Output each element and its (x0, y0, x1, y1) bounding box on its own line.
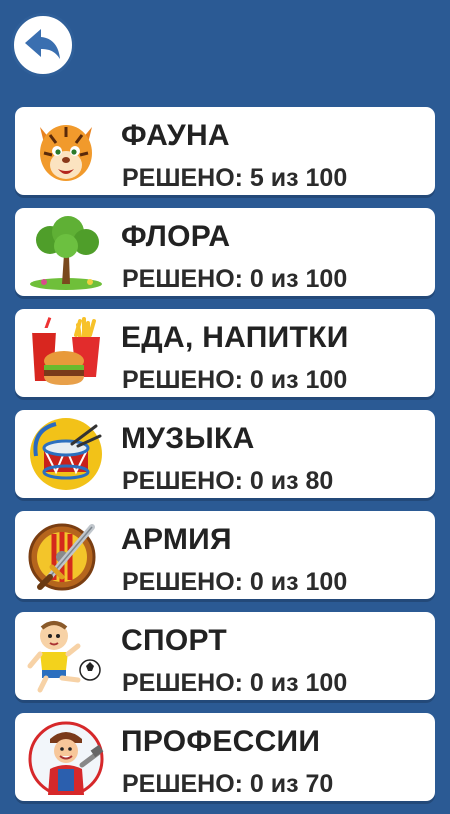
soccer-kid-icon (26, 618, 106, 694)
category-card-flora[interactable]: ФЛОРА РЕШЕНО: 0 из 100 (15, 208, 435, 296)
category-card-fauna[interactable]: ФАУНА РЕШЕНО: 5 из 100 (15, 107, 435, 195)
drum-icon (26, 416, 106, 492)
category-title: ПРОФЕССИИ (121, 725, 321, 758)
undo-arrow-icon (23, 27, 63, 63)
category-progress: РЕШЕНО: 0 из 80 (122, 467, 334, 495)
category-progress: РЕШЕНО: 0 из 100 (122, 568, 348, 596)
worker-icon (26, 719, 106, 795)
tree-icon (26, 214, 106, 290)
category-card-music[interactable]: МУЗЫКА РЕШЕНО: 0 из 80 (15, 410, 435, 498)
category-title: ЕДА, НАПИТКИ (121, 321, 349, 354)
category-title: ФАУНА (121, 119, 230, 152)
tiger-icon (26, 113, 106, 189)
category-progress: РЕШЕНО: 0 из 100 (122, 265, 348, 293)
shield-sword-icon (26, 517, 106, 593)
category-progress: РЕШЕНО: 0 из 70 (122, 770, 334, 798)
category-card-professions[interactable]: ПРОФЕССИИ РЕШЕНО: 0 из 70 (15, 713, 435, 801)
category-card-army[interactable]: АРМИЯ РЕШЕНО: 0 из 100 (15, 511, 435, 599)
category-progress: РЕШЕНО: 0 из 100 (122, 366, 348, 394)
fast-food-icon (26, 315, 106, 391)
category-title: ФЛОРА (121, 220, 231, 253)
category-title: МУЗЫКА (121, 422, 255, 455)
back-button[interactable] (11, 13, 75, 77)
category-card-food[interactable]: ЕДА, НАПИТКИ РЕШЕНО: 0 из 100 (15, 309, 435, 397)
category-progress: РЕШЕНО: 5 из 100 (122, 164, 348, 192)
category-progress: РЕШЕНО: 0 из 100 (122, 669, 348, 697)
category-title: АРМИЯ (121, 523, 232, 556)
category-title: СПОРТ (121, 624, 228, 657)
category-card-sport[interactable]: СПОРТ РЕШЕНО: 0 из 100 (15, 612, 435, 700)
category-list: ФАУНА РЕШЕНО: 5 из 100 ФЛОРА РЕШЕНО: 0 и… (15, 107, 435, 814)
